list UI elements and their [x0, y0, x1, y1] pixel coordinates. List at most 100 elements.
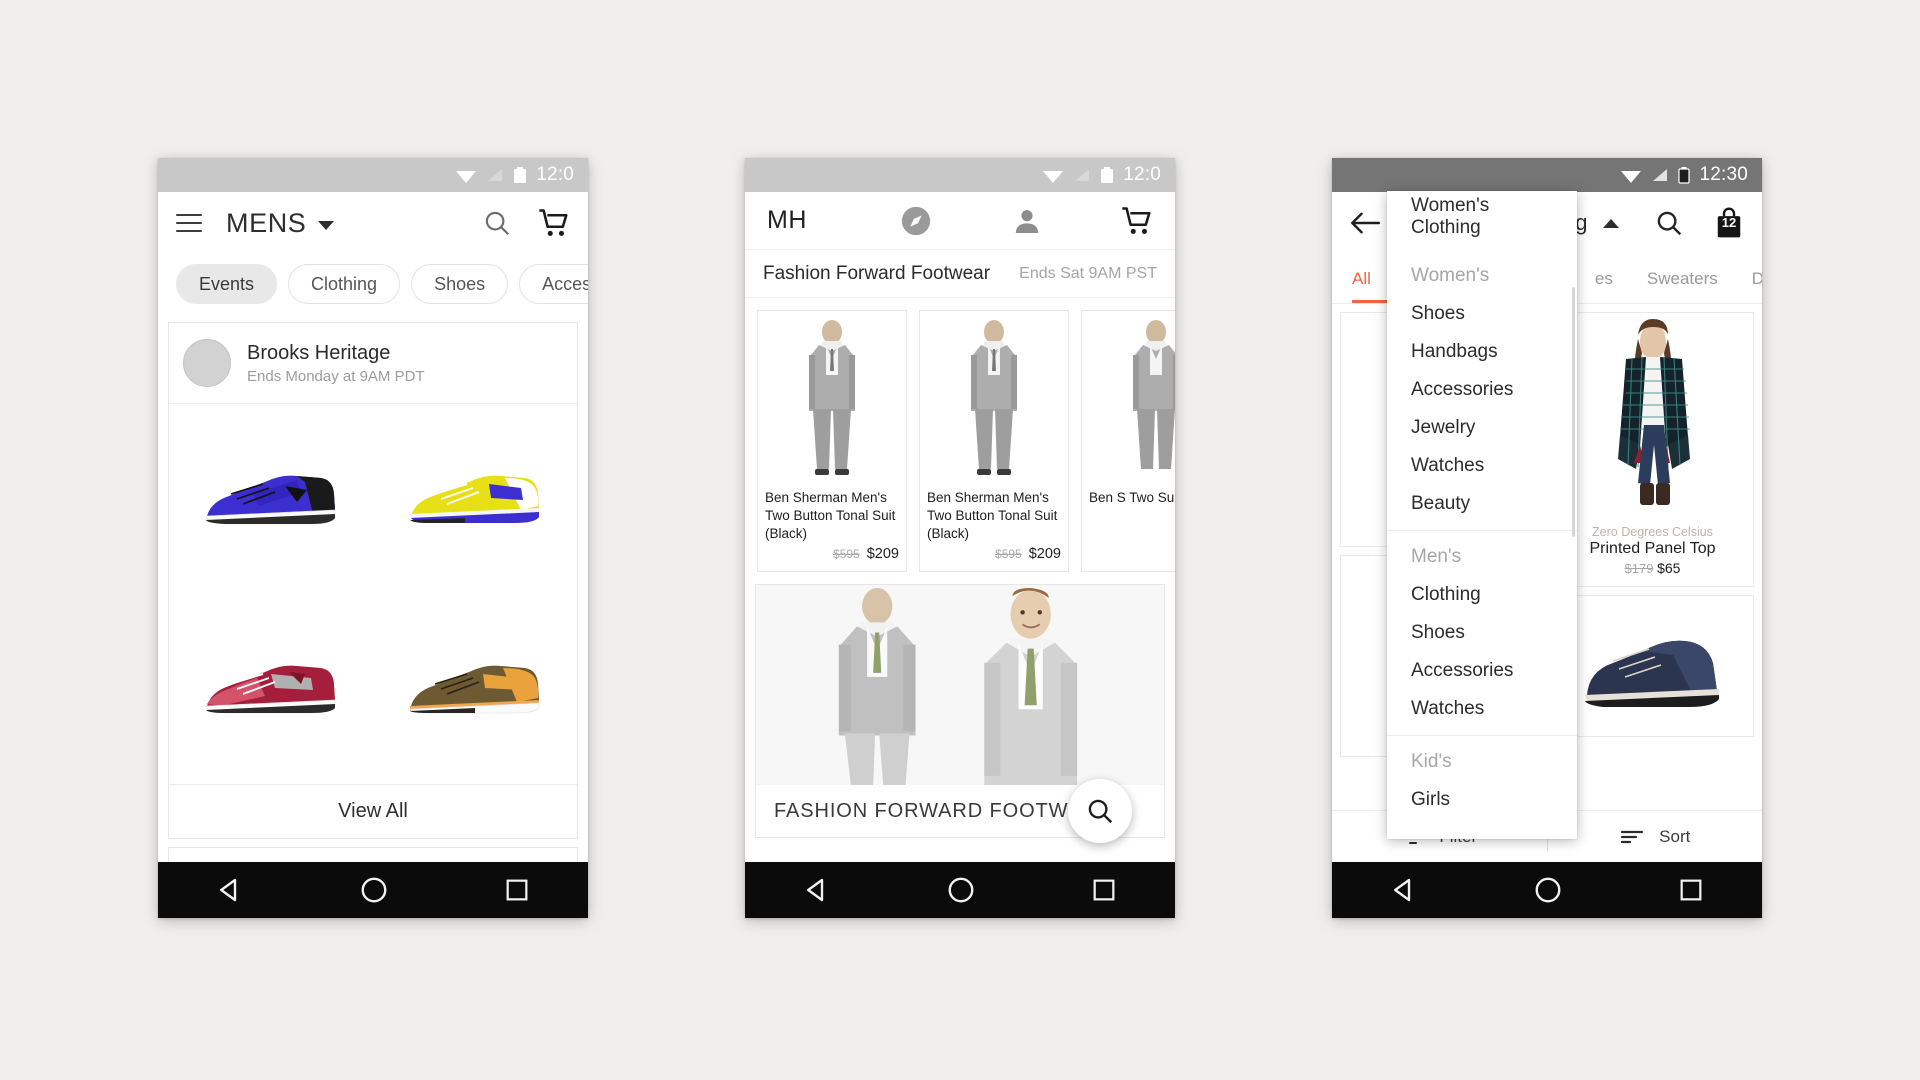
- product-card[interactable]: Ben S Two Suit (: [1081, 310, 1175, 573]
- product-thumb[interactable]: [169, 594, 373, 784]
- search-fab[interactable]: [1068, 779, 1132, 844]
- search-icon[interactable]: [1654, 208, 1684, 238]
- wifi-icon: [1043, 171, 1064, 183]
- product-thumb[interactable]: [373, 594, 577, 784]
- menu-item-womens-beauty[interactable]: Beauty: [1387, 485, 1577, 523]
- hamburger-icon[interactable]: [176, 214, 202, 232]
- screenshot-canvas: 12:0 MENS Events Clothing Shoes Acces Br…: [0, 0, 1920, 1080]
- status-time: 12:30: [1699, 164, 1748, 185]
- product-brand: Zero Degrees Celsius: [1592, 525, 1713, 539]
- price-sale: $209: [1028, 546, 1061, 563]
- battery-icon: [1678, 167, 1691, 184]
- hero-image: [756, 585, 1164, 786]
- product-prices: $179 $65: [1558, 560, 1747, 576]
- status-bar-1: 12:0: [158, 158, 588, 192]
- arrow-back-icon[interactable]: [1350, 210, 1380, 236]
- product-name: Ben Sherman Men's Two Button Tonal Suit …: [765, 490, 896, 541]
- app-bar-2: MH: [745, 192, 1175, 250]
- product-info: Zero Degrees Celsius Printed Panel Top $…: [1552, 521, 1753, 586]
- person-icon[interactable]: [1011, 205, 1043, 237]
- brown-sneaker-icon: [409, 665, 540, 714]
- nav-home-icon[interactable]: [946, 875, 976, 905]
- compass-icon[interactable]: [899, 204, 933, 238]
- product-card[interactable]: [1551, 595, 1754, 737]
- red-sneaker-icon: [205, 665, 336, 714]
- blue-sneaker-icon: [205, 475, 336, 525]
- chip-clothing[interactable]: Clothing: [288, 264, 401, 304]
- price-original: $595: [995, 547, 1022, 562]
- nav-back-icon[interactable]: [215, 875, 245, 905]
- menu-item-mens-watches[interactable]: Watches: [1387, 690, 1577, 728]
- nav-home-icon[interactable]: [359, 875, 389, 905]
- sale-title: Fashion Forward Footwear: [763, 262, 991, 284]
- product-card[interactable]: Zero Degrees Celsius Printed Panel Top $…: [1551, 312, 1754, 587]
- phone-1: 12:0 MENS Events Clothing Shoes Acces Br…: [158, 158, 588, 918]
- app-bar-1: MENS: [158, 192, 588, 254]
- product-image: [1552, 313, 1753, 521]
- sort-button[interactable]: Sort: [1548, 827, 1763, 847]
- tab-all[interactable]: All: [1352, 254, 1371, 303]
- price-sale: $65: [1657, 560, 1681, 576]
- nav-recents-icon[interactable]: [1090, 876, 1118, 904]
- two-men-suits-photo-icon: [756, 585, 1164, 786]
- menu-item-womens-accessories[interactable]: Accessories: [1387, 371, 1577, 409]
- chip-accessories[interactable]: Acces: [519, 264, 588, 304]
- nav-home-icon[interactable]: [1533, 875, 1563, 905]
- menu-item-womens-watches[interactable]: Watches: [1387, 447, 1577, 485]
- category-dropdown-menu[interactable]: Women's Clothing Women's Shoes Handbags …: [1387, 191, 1577, 839]
- page-title: MENS: [226, 207, 307, 238]
- search-icon[interactable]: [482, 208, 512, 238]
- product-info: Ben S Two Suit (: [1082, 481, 1175, 516]
- product-card[interactable]: Ben Sherman Men's Two Button Tonal Suit …: [919, 310, 1069, 573]
- shopping-bag-icon[interactable]: 12: [1714, 206, 1744, 240]
- view-all-button[interactable]: View All: [169, 784, 577, 838]
- menu-item-mens-shoes[interactable]: Shoes: [1387, 614, 1577, 652]
- battery-icon: [514, 167, 527, 183]
- menu-item-mens-accessories[interactable]: Accessories: [1387, 652, 1577, 690]
- chip-events[interactable]: Events: [176, 264, 278, 304]
- status-bar-3: 12:30: [1332, 158, 1762, 192]
- product-card[interactable]: Ben Sherman Men's Two Button Tonal Suit …: [757, 310, 907, 573]
- category-chip-row[interactable]: Events Clothing Shoes Acces: [158, 254, 588, 314]
- suit-photo-icon: [971, 320, 1017, 475]
- nav-back-icon[interactable]: [802, 875, 832, 905]
- menu-selected-item[interactable]: Women's Clothing: [1387, 191, 1577, 243]
- battery-icon: [1101, 167, 1114, 183]
- menu-scrollbar[interactable]: [1572, 287, 1575, 537]
- menu-item-mens-clothing[interactable]: Clothing: [1387, 576, 1577, 614]
- android-nav-bar-3: [1332, 862, 1762, 918]
- product-thumb[interactable]: [169, 404, 373, 594]
- menu-divider: [1387, 735, 1577, 736]
- price-sale: $209: [866, 546, 899, 563]
- product-name: Ben S Two Suit (: [1089, 490, 1175, 505]
- menu-item-womens-handbags[interactable]: Handbags: [1387, 333, 1577, 371]
- cart-icon[interactable]: [538, 208, 570, 238]
- status-time: 12:0: [536, 164, 574, 185]
- caret-up-icon[interactable]: [1603, 218, 1620, 228]
- menu-group-womens: Women's: [1411, 265, 1490, 286]
- sort-label: Sort: [1659, 826, 1691, 846]
- nav-recents-icon[interactable]: [1677, 876, 1705, 904]
- tab-sweaters[interactable]: Sweaters: [1647, 254, 1718, 303]
- hero-banner[interactable]: FASHION FORWARD FOOTWEAR: [755, 584, 1165, 844]
- phone-2: 12:0 MH Fashion Forward Footwear Ends Sa…: [745, 158, 1175, 918]
- product-carousel[interactable]: Ben Sherman Men's Two Button Tonal Suit …: [745, 298, 1175, 573]
- cart-icon[interactable]: [1121, 206, 1153, 236]
- tab-denim[interactable]: Denim: [1752, 254, 1762, 303]
- product-image: [1552, 596, 1753, 736]
- nav-back-icon[interactable]: [1389, 875, 1419, 905]
- tab-dresses[interactable]: es: [1595, 254, 1613, 303]
- signal-icon: [488, 169, 503, 181]
- price-original: $179: [1624, 561, 1654, 576]
- nav-recents-icon[interactable]: [503, 876, 531, 904]
- menu-item-womens-jewelry[interactable]: Jewelry: [1387, 409, 1577, 447]
- chip-shoes[interactable]: Shoes: [411, 264, 509, 304]
- menu-item-womens-shoes[interactable]: Shoes: [1387, 295, 1577, 333]
- menu-item-kids-girls[interactable]: Girls: [1387, 781, 1577, 819]
- brand-logo[interactable]: MH: [767, 206, 807, 235]
- caret-down-icon[interactable]: [318, 220, 335, 230]
- signal-icon: [1075, 169, 1090, 181]
- search-icon: [1088, 800, 1113, 824]
- product-thumb[interactable]: [373, 404, 577, 594]
- event-card[interactable]: Brooks Heritage Ends Monday at 9AM PDT V…: [168, 322, 578, 839]
